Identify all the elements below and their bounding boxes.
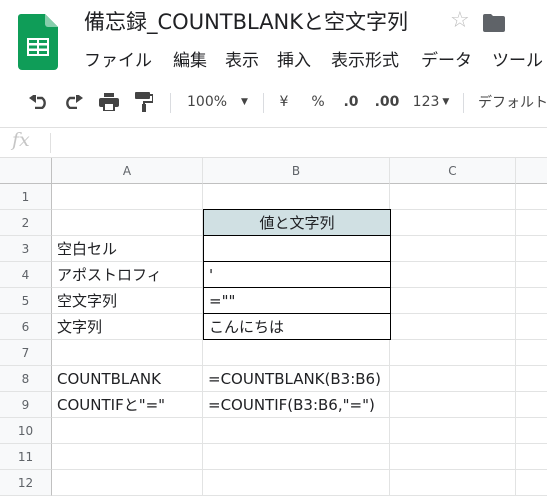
undo-icon[interactable] [28, 82, 50, 122]
toolbar-divider [170, 93, 171, 113]
menu-view[interactable]: 表示 [225, 46, 259, 71]
cell-a5[interactable]: 空文字列 [52, 288, 203, 314]
fx-icon: fx [12, 129, 30, 151]
cell-b3[interactable] [203, 235, 391, 262]
row-header-6[interactable]: 6 [0, 314, 52, 340]
cell-a6[interactable]: 文字列 [52, 314, 203, 340]
cell-b5[interactable]: ="" [203, 287, 391, 314]
cell-d9[interactable] [516, 392, 547, 418]
row-header-1[interactable]: 1 [0, 184, 52, 210]
number-format-label: 123 [412, 94, 440, 110]
cell-b7[interactable] [203, 340, 390, 366]
cell-c7[interactable] [390, 340, 516, 366]
cell-d6[interactable] [516, 314, 547, 340]
column-header-a[interactable]: A [52, 158, 203, 184]
cell-c12[interactable] [390, 470, 516, 496]
cell-d10[interactable] [516, 418, 547, 444]
cell-a2[interactable] [52, 210, 203, 236]
redo-icon[interactable] [62, 82, 84, 122]
cell-a8[interactable]: COUNTBLANK [52, 366, 203, 392]
cell-a11[interactable] [52, 444, 203, 470]
cell-a12[interactable] [52, 470, 203, 496]
row-header-12[interactable]: 12 [0, 470, 52, 496]
formula-bar-divider [50, 133, 51, 153]
cell-d11[interactable] [516, 444, 547, 470]
cell-c9[interactable] [390, 392, 516, 418]
cell-b11[interactable] [203, 444, 390, 470]
print-icon[interactable] [98, 82, 120, 122]
star-icon[interactable]: ☆ [450, 8, 470, 34]
row-header-10[interactable]: 10 [0, 418, 52, 444]
document-title[interactable]: 備忘録_COUNTBLANKと空文字列 [84, 6, 408, 36]
cell-c5[interactable] [390, 288, 516, 314]
row-header-5[interactable]: 5 [0, 288, 52, 314]
row-header-7[interactable]: 7 [0, 340, 52, 366]
font-select[interactable]: デフォルト [478, 82, 547, 122]
cell-c1[interactable] [390, 184, 516, 210]
caret-down-icon: ▼ [442, 97, 450, 107]
cell-c2[interactable] [390, 210, 516, 236]
row-header-11[interactable]: 11 [0, 444, 52, 470]
cell-b4[interactable]: ' [203, 261, 391, 288]
cell-d5[interactable] [516, 288, 547, 314]
increase-decimal-button[interactable]: .00 [370, 82, 404, 122]
select-all-corner[interactable] [0, 158, 52, 184]
zoom-select[interactable]: 100% ▼ [180, 82, 255, 122]
cell-b6[interactable]: こんにちは [203, 313, 391, 340]
toolbar-divider [263, 93, 264, 113]
cell-a3[interactable]: 空白セル [52, 236, 203, 262]
toolbar-divider [463, 93, 464, 113]
decrease-decimal-button[interactable]: .0 [336, 82, 366, 122]
cell-c6[interactable] [390, 314, 516, 340]
caret-down-icon: ▼ [241, 97, 248, 107]
cell-c4[interactable] [390, 262, 516, 288]
column-header-c[interactable]: C [390, 158, 516, 184]
column-header-d[interactable] [516, 158, 547, 184]
cell-a1[interactable] [52, 184, 203, 210]
menu-data[interactable]: データ [421, 46, 472, 71]
currency-button[interactable]: ¥ [274, 82, 294, 122]
folder-icon[interactable] [483, 14, 505, 32]
row-header-3[interactable]: 3 [0, 236, 52, 262]
paint-format-icon[interactable] [133, 82, 155, 122]
cell-b10[interactable] [203, 418, 390, 444]
menu-insert[interactable]: 挿入 [277, 46, 311, 71]
cell-d7[interactable] [516, 340, 547, 366]
row-header-4[interactable]: 4 [0, 262, 52, 288]
row-header-9[interactable]: 9 [0, 392, 52, 418]
cell-a9[interactable]: COUNTIFと"=" [52, 392, 203, 418]
cell-c11[interactable] [390, 444, 516, 470]
percent-button[interactable]: % [308, 82, 328, 122]
sheets-logo-icon[interactable] [18, 14, 58, 70]
cell-b12[interactable] [203, 470, 390, 496]
number-format-select[interactable]: 123 ▼ [408, 82, 454, 122]
cell-d8[interactable] [516, 366, 547, 392]
row-header-8[interactable]: 8 [0, 366, 52, 392]
cell-c10[interactable] [390, 418, 516, 444]
cell-a10[interactable] [52, 418, 203, 444]
cell-a7[interactable] [52, 340, 203, 366]
cell-b8[interactable]: =COUNTBLANK(B3:B6) [203, 366, 390, 392]
zoom-value: 100% [187, 94, 228, 110]
row-header-2[interactable]: 2 [0, 210, 52, 236]
menu-format[interactable]: 表示形式 [331, 46, 399, 71]
cell-b1[interactable] [203, 184, 390, 210]
sheet-grid: A B C 1 2 3 4 5 6 7 8 9 10 11 12 空白セル アポ… [0, 158, 547, 496]
cell-d4[interactable] [516, 262, 547, 288]
cell-c8[interactable] [390, 366, 516, 392]
cell-c3[interactable] [390, 236, 516, 262]
column-header-b[interactable]: B [203, 158, 390, 184]
cell-d2[interactable] [516, 210, 547, 236]
cell-a4[interactable]: アポストロフィ [52, 262, 203, 288]
cell-b9[interactable]: =COUNTIF(B3:B6,"=") [203, 392, 390, 418]
cell-d1[interactable] [516, 184, 547, 210]
menu-tools[interactable]: ツール [492, 46, 543, 71]
toolbar: 100% ▼ ¥ % .0 .00 123 ▼ デフォルト [0, 82, 547, 122]
cell-d12[interactable] [516, 470, 547, 496]
menu-file[interactable]: ファイル [84, 46, 152, 71]
formula-bar: fx [0, 127, 547, 158]
menu-edit[interactable]: 編集 [173, 46, 207, 71]
cell-b2[interactable]: 値と文字列 [203, 209, 391, 236]
cell-d3[interactable] [516, 236, 547, 262]
